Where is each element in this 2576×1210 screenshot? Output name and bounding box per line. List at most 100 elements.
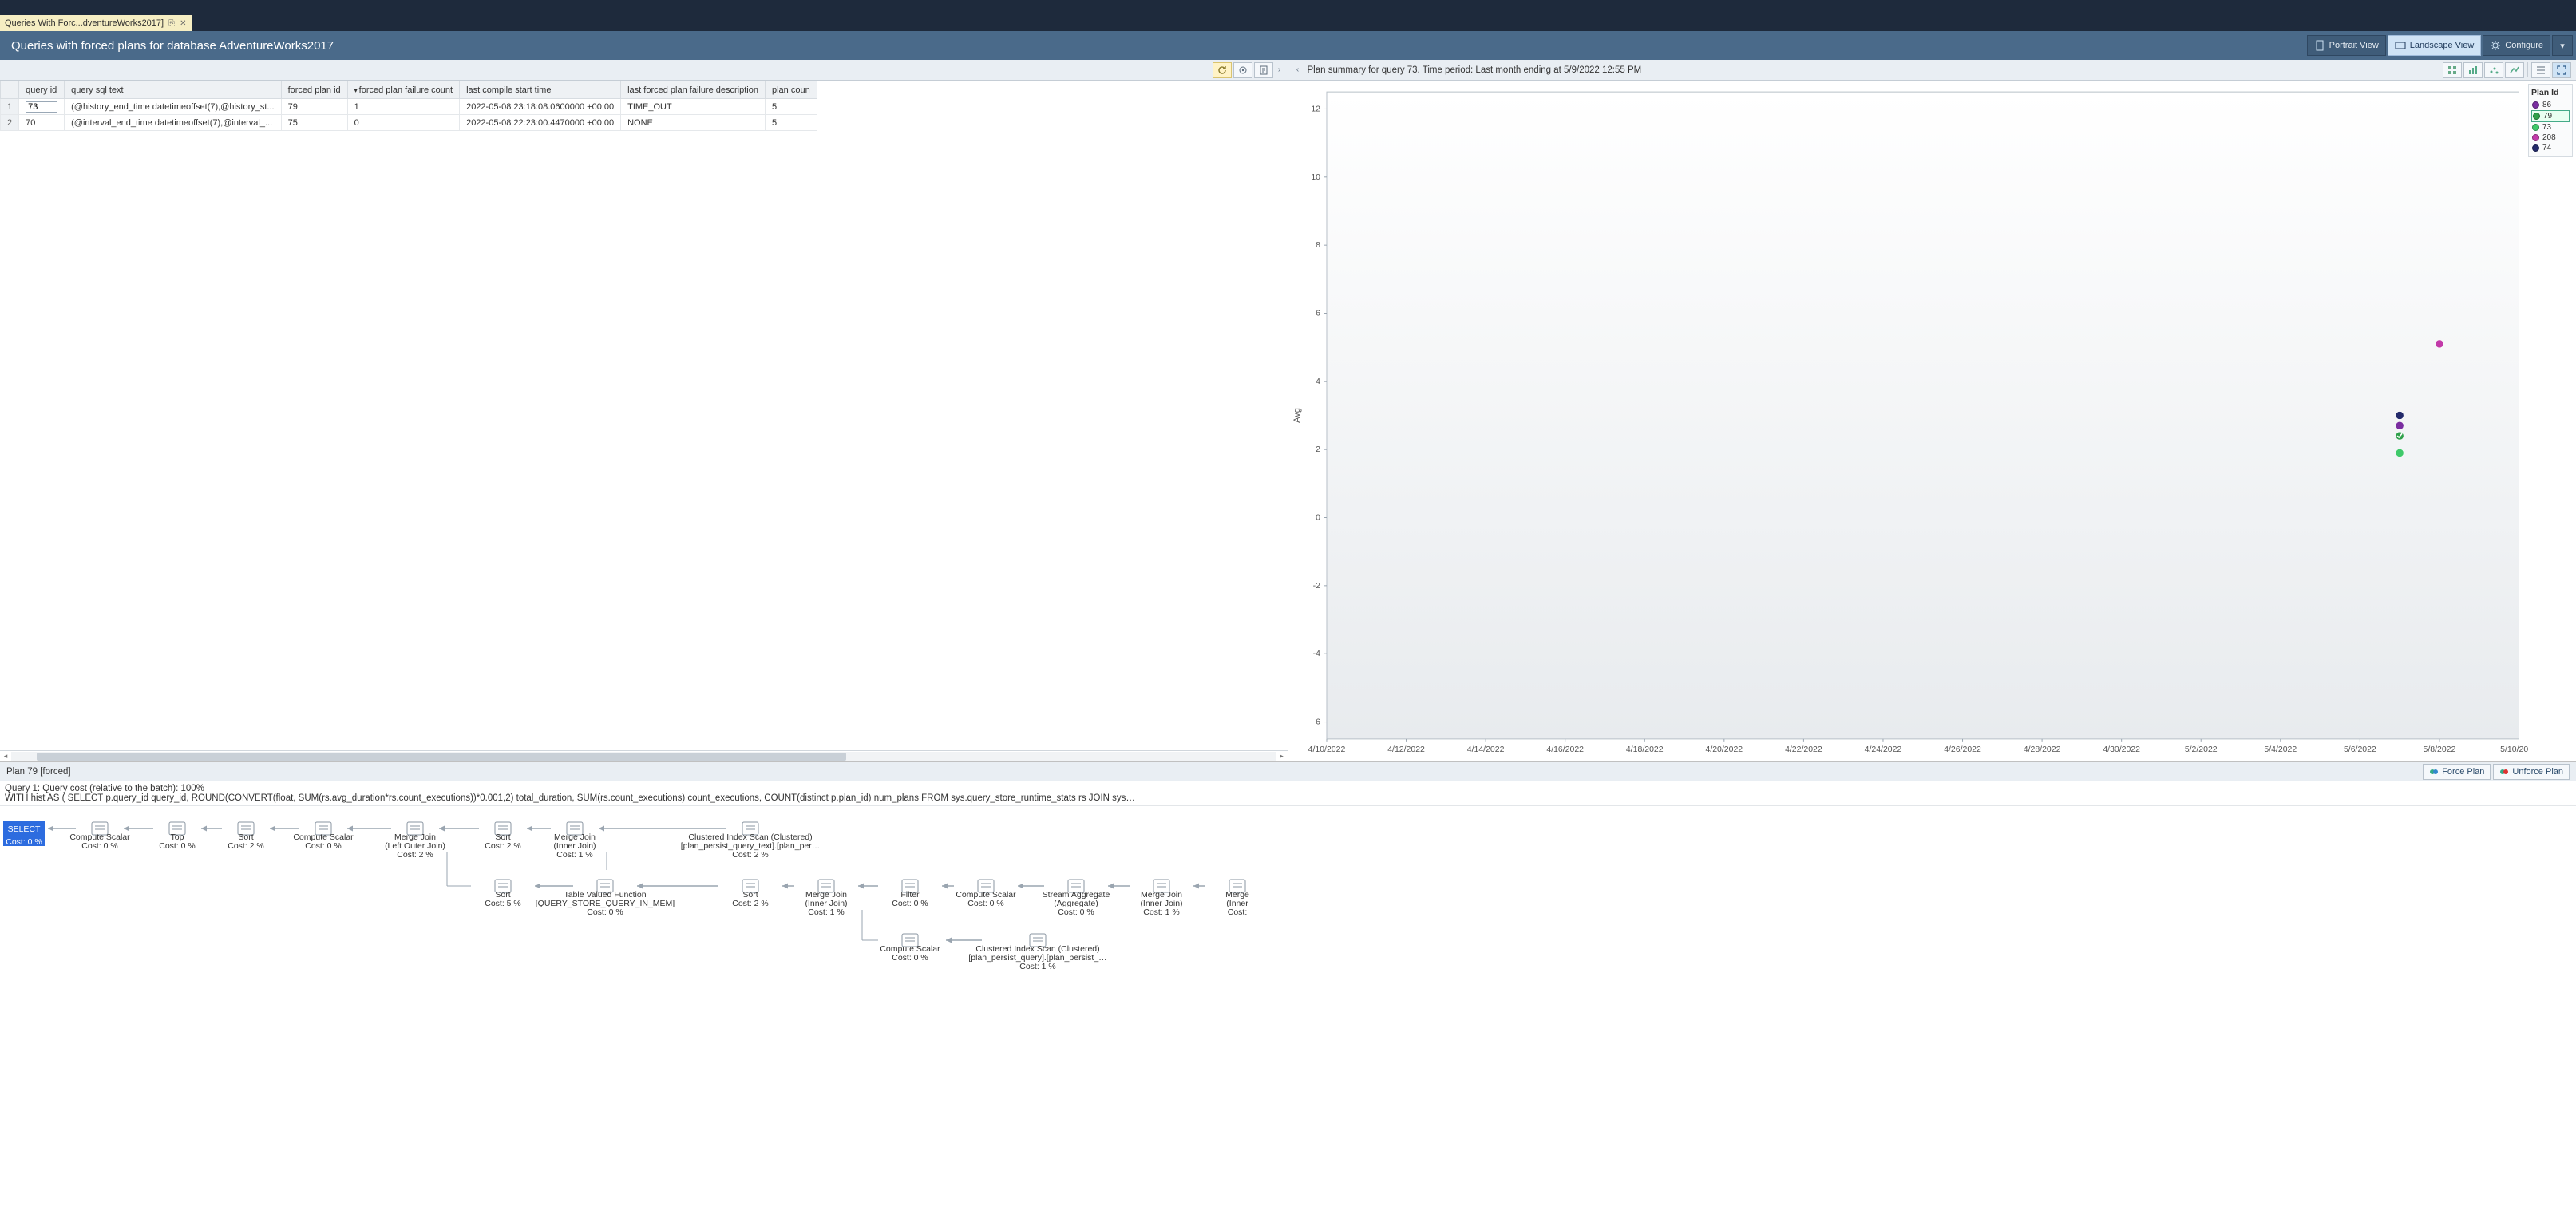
force-plan-button[interactable]: Force Plan: [2423, 764, 2491, 780]
plan-node-sort4[interactable]: SortCost: 2 %: [732, 880, 769, 908]
close-icon[interactable]: ✕: [180, 19, 186, 28]
refresh-button[interactable]: [1213, 62, 1232, 78]
svg-text:Cost: 0 %: Cost: 0 %: [159, 841, 196, 851]
column-header[interactable]: last compile start time: [460, 81, 621, 99]
legend-title: Plan Id: [2531, 88, 2570, 97]
plan-node-cs2[interactable]: Compute ScalarCost: 0 %: [293, 822, 354, 851]
document-icon: [1258, 65, 1269, 76]
plan-diagram: SELECTCost: 0 % Compute ScalarCost: 0 % To…: [0, 806, 1261, 990]
svg-text:Cost: 1 %: Cost: 1 %: [1019, 962, 1056, 971]
plan-diagram-scroll[interactable]: SELECTCost: 0 % Compute ScalarCost: 0 % To…: [0, 806, 2576, 1210]
execution-plan-pane: Plan 79 [forced] Force Plan Unforce Plan…: [0, 761, 2576, 1210]
scroll-right-arrow[interactable]: ▸: [1276, 752, 1288, 761]
chart-stats-button[interactable]: [2531, 62, 2550, 78]
table-row[interactable]: 270(@interval_end_time datetimeoffset(7)…: [1, 115, 817, 131]
view-query-button[interactable]: [1254, 62, 1273, 78]
column-header[interactable]: forced plan id: [281, 81, 347, 99]
plan-node-mergeClip[interactable]: Merge(InnerCost:: [1225, 880, 1249, 917]
plan-node-sagg[interactable]: Stream Aggregate(Aggregate)Cost: 0 %: [1043, 880, 1110, 917]
svg-text:Cost: 0 %: Cost: 0 %: [892, 953, 928, 963]
column-header[interactable]: ▾forced plan failure count: [347, 81, 459, 99]
svg-text:Cost: 0 %: Cost: 0 %: [587, 908, 623, 917]
svg-text:5/10/2022: 5/10/2022: [2500, 745, 2528, 754]
legend-item[interactable]: 73: [2531, 122, 2570, 132]
landscape-view-button[interactable]: Landscape View: [2388, 35, 2482, 56]
legend-label: 79: [2543, 112, 2552, 121]
grid-scroll[interactable]: query idquery sql textforced plan id▾for…: [0, 81, 1288, 416]
track-query-button[interactable]: [1233, 62, 1252, 78]
svg-text:4/26/2022: 4/26/2022: [1944, 745, 1981, 754]
portrait-view-button[interactable]: Portrait View: [2307, 35, 2386, 56]
portrait-view-label: Portrait View: [2329, 41, 2379, 50]
chart-zoom-button[interactable]: [2552, 62, 2571, 78]
query-id-input[interactable]: [26, 101, 57, 113]
chart-toolbar: [2443, 62, 2571, 78]
refresh-icon: [1217, 65, 1228, 76]
plan-node-tvf[interactable]: Table Valued Function[QUERY_STORE_QUERY_…: [536, 880, 675, 917]
grid-horizontal-scrollbar[interactable]: ◂ ▸: [0, 750, 1288, 761]
legend-label: 73: [2542, 123, 2551, 132]
plan-node-mj3[interactable]: Merge Join(Inner Join)Cost: 1 %: [805, 880, 847, 917]
plan-node-cis1[interactable]: Clustered Index Scan (Clustered)[plan_pe…: [681, 822, 821, 860]
table-cell: [19, 99, 65, 115]
configure-label: Configure: [2505, 41, 2543, 50]
scroll-left-arrow[interactable]: ◂: [0, 752, 11, 761]
legend-swatch: [2532, 134, 2539, 141]
plan-node-sort2[interactable]: SortCost: 2 %: [485, 822, 521, 851]
plan-node-select[interactable]: SELECTCost: 0 %: [3, 821, 45, 847]
svg-text:2: 2: [1316, 445, 1320, 454]
data-point[interactable]: [2396, 421, 2404, 429]
collapse-right-icon[interactable]: ›: [1275, 60, 1284, 81]
pin-icon[interactable]: ⎘: [168, 19, 175, 28]
plan-node-cis2[interactable]: Clustered Index Scan (Clustered)[plan_pe…: [968, 934, 1106, 971]
plan-node-mj1[interactable]: Merge Join(Left Outer Join)Cost: 2 %: [385, 822, 445, 860]
unforce-plan-button[interactable]: Unforce Plan: [2493, 764, 2570, 780]
plan-node-mj4[interactable]: Merge Join(Inner Join)Cost: 1 %: [1140, 880, 1182, 917]
svg-text:4/28/2022: 4/28/2022: [2023, 745, 2060, 754]
forced-plans-table: query idquery sql textforced plan id▾for…: [0, 81, 817, 131]
svg-text:5/6/2022: 5/6/2022: [2343, 745, 2376, 754]
svg-text:4/30/2022: 4/30/2022: [2103, 745, 2140, 754]
chart-type2-button[interactable]: [2484, 62, 2503, 78]
force-plan-label: Force Plan: [2442, 767, 2484, 777]
plan-node-top[interactable]: TopCost: 0 %: [159, 822, 196, 851]
plan-node-cs3[interactable]: Compute ScalarCost: 0 %: [956, 880, 1016, 908]
plan-node-cs4[interactable]: Compute ScalarCost: 0 %: [880, 934, 940, 963]
legend-item[interactable]: 79: [2531, 110, 2570, 122]
plan-node-filter[interactable]: FilterCost: 0 %: [892, 880, 928, 908]
document-tab[interactable]: Queries With Forc...dventureWorks2017] ⎘…: [0, 15, 192, 31]
table-cell: 2022-05-08 22:23:00.4470000 +00:00: [460, 115, 621, 131]
data-point[interactable]: [2396, 449, 2404, 457]
plan-node-sort3[interactable]: SortCost: 5 %: [485, 880, 521, 908]
plan-summary-pane: ‹ Plan summary for query 73. Time period…: [1288, 60, 2576, 761]
scroll-thumb[interactable]: [37, 753, 846, 761]
column-header[interactable]: plan coun: [765, 81, 817, 99]
plan-node-mj2[interactable]: Merge Join(Inner Join)Cost: 1 %: [553, 822, 596, 860]
dropdown-button[interactable]: ▾: [2552, 35, 2573, 56]
chart-metric-button[interactable]: [2443, 62, 2462, 78]
collapse-left-icon[interactable]: ‹: [1293, 60, 1303, 81]
svg-text:4/12/2022: 4/12/2022: [1387, 745, 1425, 754]
column-header[interactable]: query sql text: [65, 81, 281, 99]
svg-text:Cost: 0 %: Cost: 0 %: [1058, 908, 1094, 917]
chart-type3-button[interactable]: [2505, 62, 2524, 78]
data-point[interactable]: [2396, 412, 2404, 420]
portrait-icon: [2314, 40, 2325, 51]
svg-text:4/16/2022: 4/16/2022: [1546, 745, 1584, 754]
table-row[interactable]: 1(@history_end_time datetimeoffset(7),@h…: [1, 99, 817, 115]
chart-plot-area[interactable]: -6-4-20246810124/10/20224/12/20224/14/20…: [1288, 81, 2529, 761]
plan-summary-title: Plan summary for query 73. Time period: …: [1308, 65, 1642, 75]
legend-item[interactable]: 208: [2531, 132, 2570, 143]
svg-text:4: 4: [1316, 378, 1320, 386]
scroll-track[interactable]: [11, 752, 1276, 761]
column-header[interactable]: last forced plan failure description: [621, 81, 766, 99]
configure-button[interactable]: Configure: [2483, 35, 2550, 56]
plan-node-cs1[interactable]: Compute ScalarCost: 0 %: [69, 822, 130, 851]
legend-item[interactable]: 86: [2531, 100, 2570, 110]
column-header[interactable]: query id: [19, 81, 65, 99]
chart-type1-button[interactable]: [2463, 62, 2483, 78]
plan-node-sort1[interactable]: SortCost: 2 %: [228, 822, 264, 851]
legend-swatch: [2532, 124, 2539, 131]
data-point[interactable]: [2435, 340, 2443, 348]
legend-item[interactable]: 74: [2531, 143, 2570, 153]
